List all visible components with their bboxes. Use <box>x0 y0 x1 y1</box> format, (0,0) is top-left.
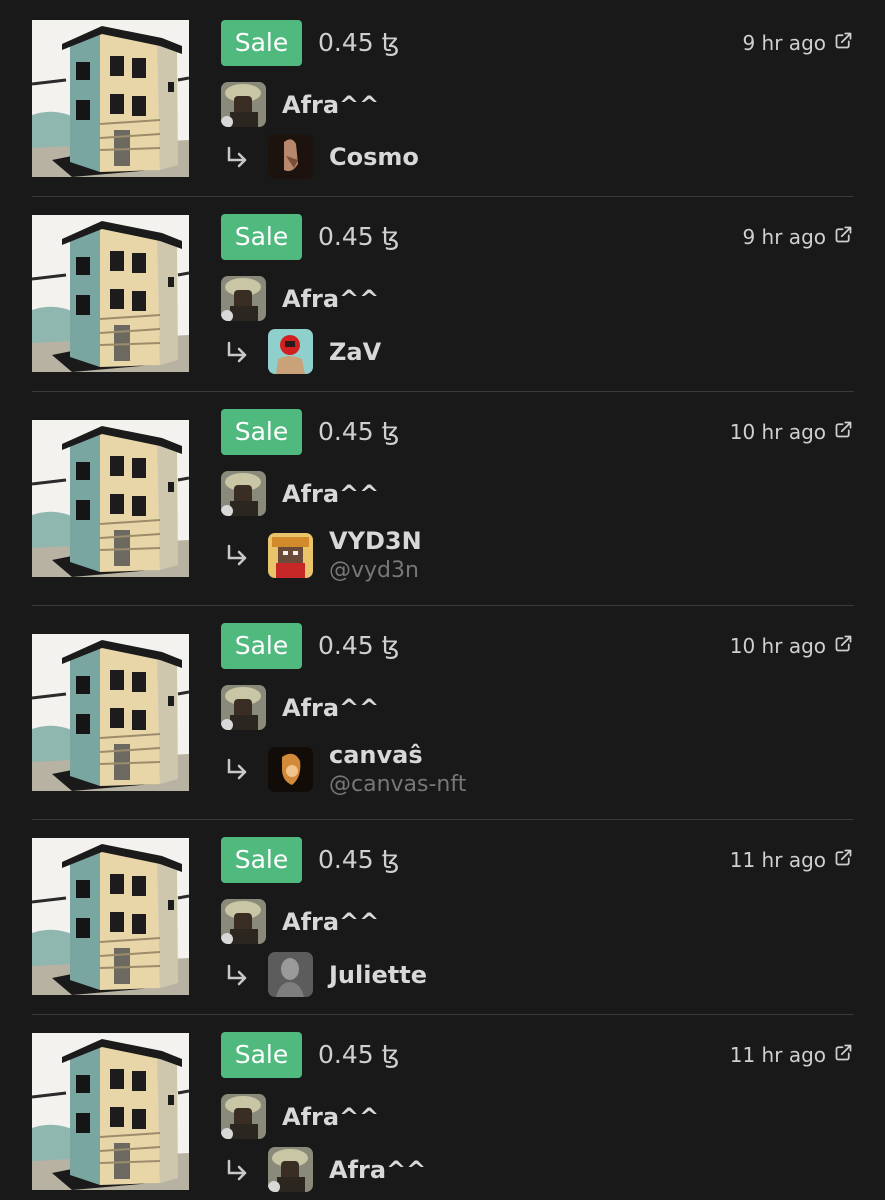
sale-row: Sale 0.45 ꜩ 10 hr ago Afra^^ canvaŝ @can… <box>32 605 854 820</box>
timestamp-link[interactable]: 10 hr ago <box>730 409 854 455</box>
sale-badge: Sale <box>221 20 302 66</box>
sale-row: Sale 0.45 ꜩ 9 hr ago Afra^^ Cosmo <box>32 20 854 197</box>
timestamp-link[interactable]: 11 hr ago <box>730 1032 854 1078</box>
sale-row: Sale 0.45 ꜩ 10 hr ago Afra^^ VYD3N @vyd3… <box>32 391 854 606</box>
sale-badge: Sale <box>221 409 302 455</box>
timestamp: 9 hr ago <box>742 31 826 55</box>
artwork-thumbnail[interactable] <box>32 838 189 995</box>
seller-avatar[interactable] <box>221 1094 266 1139</box>
arrow-return-icon <box>223 962 251 990</box>
artwork-thumbnail[interactable] <box>32 1033 189 1190</box>
seller-name[interactable]: Afra^^ <box>282 1102 379 1132</box>
sale-badge: Sale <box>221 1032 302 1078</box>
arrow-return-icon <box>223 542 251 570</box>
timestamp: 9 hr ago <box>742 225 826 249</box>
seller-avatar[interactable] <box>221 685 266 730</box>
buyer-handle: @vyd3n <box>329 558 419 583</box>
seller-avatar[interactable] <box>221 276 266 321</box>
seller-name[interactable]: Afra^^ <box>282 693 379 723</box>
artwork-thumbnail[interactable] <box>32 634 189 791</box>
artwork-thumbnail[interactable] <box>32 420 189 577</box>
sale-row: Sale 0.45 ꜩ 9 hr ago Afra^^ ZaV <box>32 196 854 392</box>
seller-name[interactable]: Afra^^ <box>282 479 379 509</box>
buyer-name[interactable]: Afra^^ <box>329 1155 426 1185</box>
sale-badge: Sale <box>221 837 302 883</box>
buyer-name[interactable]: Juliette <box>329 960 427 990</box>
buyer-avatar[interactable] <box>268 329 313 374</box>
seller-avatar[interactable] <box>221 82 266 127</box>
buyer-avatar[interactable] <box>268 134 313 179</box>
external-link-icon <box>833 847 854 873</box>
sale-row: Sale 0.45 ꜩ 11 hr ago Afra^^ Juliette <box>32 819 854 1015</box>
sale-row: Sale 0.45 ꜩ 11 hr ago Afra^^ Afra^^ <box>32 1014 854 1200</box>
arrow-return-icon <box>223 756 251 784</box>
buyer-avatar[interactable] <box>268 747 313 792</box>
arrow-return-icon <box>223 144 251 172</box>
artwork-thumbnail[interactable] <box>32 20 189 177</box>
timestamp-link[interactable]: 9 hr ago <box>742 214 854 260</box>
price: 0.45 ꜩ <box>318 222 400 251</box>
external-link-icon <box>833 1042 854 1068</box>
external-link-icon <box>833 224 854 250</box>
sale-badge: Sale <box>221 214 302 260</box>
external-link-icon <box>833 633 854 659</box>
buyer-name[interactable]: VYD3N <box>329 526 422 556</box>
price: 0.45 ꜩ <box>318 631 400 660</box>
artwork-thumbnail[interactable] <box>32 215 189 372</box>
price: 0.45 ꜩ <box>318 417 400 446</box>
timestamp-link[interactable]: 11 hr ago <box>730 837 854 883</box>
buyer-handle: @canvas-nft <box>329 772 467 797</box>
seller-name[interactable]: Afra^^ <box>282 90 379 120</box>
buyer-name[interactable]: Cosmo <box>329 142 419 172</box>
timestamp-link[interactable]: 10 hr ago <box>730 623 854 669</box>
seller-name[interactable]: Afra^^ <box>282 284 379 314</box>
timestamp: 11 hr ago <box>729 1043 826 1067</box>
timestamp: 10 hr ago <box>729 420 826 444</box>
buyer-name[interactable]: canvaŝ <box>329 740 423 770</box>
seller-name[interactable]: Afra^^ <box>282 907 379 937</box>
seller-avatar[interactable] <box>221 471 266 516</box>
timestamp: 10 hr ago <box>729 634 826 658</box>
price: 0.45 ꜩ <box>318 28 400 57</box>
arrow-return-icon <box>223 339 251 367</box>
buyer-avatar[interactable] <box>268 952 313 997</box>
price: 0.45 ꜩ <box>318 845 400 874</box>
buyer-avatar[interactable] <box>268 533 313 578</box>
timestamp-link[interactable]: 9 hr ago <box>742 20 854 66</box>
external-link-icon <box>833 30 854 56</box>
external-link-icon <box>833 419 854 445</box>
arrow-return-icon <box>223 1157 251 1185</box>
buyer-name[interactable]: ZaV <box>329 337 381 367</box>
activity-feed: Sale 0.45 ꜩ 9 hr ago Afra^^ Cosmo Sale 0… <box>0 0 885 1200</box>
buyer-avatar[interactable] <box>268 1147 313 1192</box>
price: 0.45 ꜩ <box>318 1040 400 1069</box>
sale-badge: Sale <box>221 623 302 669</box>
seller-avatar[interactable] <box>221 899 266 944</box>
timestamp: 11 hr ago <box>729 848 826 872</box>
